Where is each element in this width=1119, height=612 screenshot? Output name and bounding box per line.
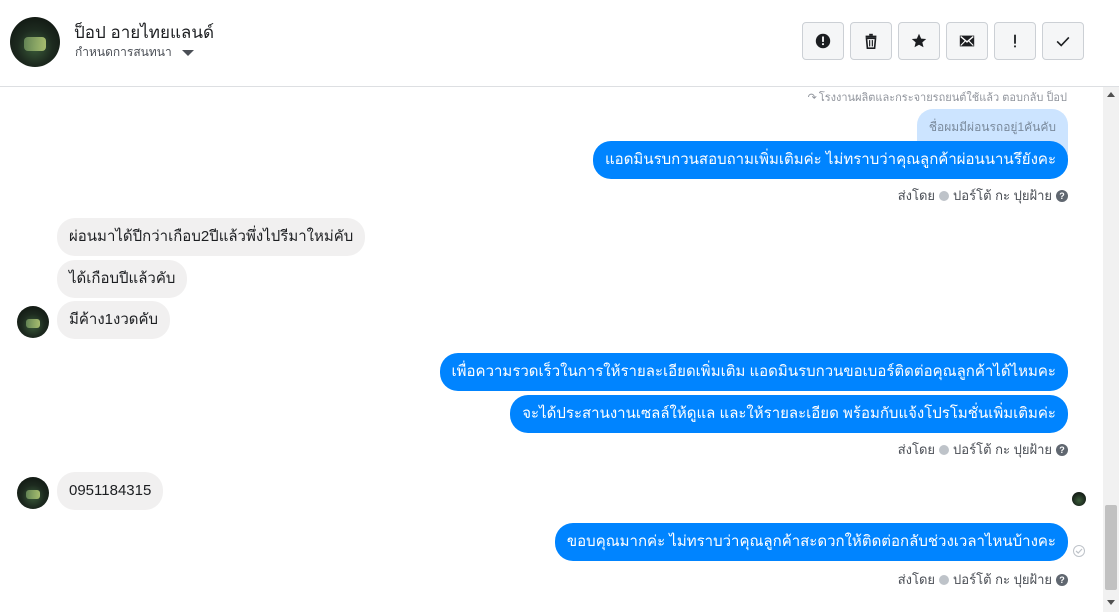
verified-dot-icon xyxy=(939,574,950,585)
sender-name: ปอร์โต้ กะ ปุยฝ้าย xyxy=(953,442,1052,457)
contact-avatar-small[interactable] xyxy=(17,477,49,509)
outgoing-message[interactable]: แอดมินรบกวนสอบถามเพิ่มเติมค่ะ ไม่ทราบว่า… xyxy=(593,141,1068,179)
sent-by-info: ส่งโดย ปอร์โต้ กะ ปุยฝ้าย ? xyxy=(898,185,1068,206)
done-button[interactable] xyxy=(1042,22,1084,60)
sender-name: ปอร์โต้ กะ ปุยฝ้าย xyxy=(953,188,1052,203)
conversation-header: ป็อป อายไทยแลนด์ กำหนดการสนทนา xyxy=(0,0,1119,87)
help-icon[interactable]: ? xyxy=(1056,573,1068,586)
mail-button[interactable] xyxy=(946,22,988,60)
outgoing-message[interactable]: จะได้ประสานงานเซลล์ให้ดูแล และให้รายละเอ… xyxy=(510,395,1068,433)
sent-by-label: ส่งโดย xyxy=(897,572,936,587)
read-receipt-avatar xyxy=(1072,492,1086,506)
action-toolbar xyxy=(802,22,1084,60)
conversation-settings-label: กำหนดการสนทนา xyxy=(75,45,172,59)
incoming-message[interactable]: ผ่อนมาได้ปีกว่าเกือบ2ปีแล้วพึ่งไปรีมาใหม… xyxy=(57,218,366,256)
conversation-settings-dropdown[interactable]: กำหนดการสนทนา xyxy=(75,43,194,62)
verified-dot-icon xyxy=(939,444,950,455)
incoming-message[interactable]: มีค้าง1งวดคับ xyxy=(57,301,171,339)
check-icon xyxy=(1056,36,1070,47)
sent-by-info: ส่งโดย ปอร์โต้ กะ ปุยฝ้าย ? xyxy=(898,439,1068,460)
sent-by-label: ส่งโดย xyxy=(897,188,936,203)
scroll-down-arrow-icon[interactable] xyxy=(1107,600,1115,605)
sent-check-icon xyxy=(1073,545,1085,557)
help-icon[interactable]: ? xyxy=(1056,189,1068,202)
delete-button[interactable] xyxy=(850,22,892,60)
caret-down-icon xyxy=(181,49,194,56)
outgoing-message[interactable]: ขอบคุณมากค่ะ ไม่ทราบว่าคุณลูกค้าสะดวกให้… xyxy=(554,523,1068,561)
reply-context: ↷ โรงงานผลิตและกระจายรถยนต์ใช้แล้ว ตอบกล… xyxy=(808,88,1067,106)
envelope-icon xyxy=(959,35,975,47)
verified-dot-icon xyxy=(939,190,950,201)
star-button[interactable] xyxy=(898,22,940,60)
incoming-message[interactable]: ได้เกือบปีแล้วคับ xyxy=(57,260,188,298)
trash-icon xyxy=(865,33,877,50)
help-icon[interactable]: ? xyxy=(1056,443,1068,456)
scrollbar-thumb[interactable] xyxy=(1105,505,1117,590)
incoming-message[interactable]: 0951184315 xyxy=(57,472,164,510)
contact-name[interactable]: ป็อป อายไทยแลนด์ xyxy=(74,19,214,46)
contact-avatar-small[interactable] xyxy=(17,306,49,338)
star-icon xyxy=(911,33,927,48)
report-button[interactable] xyxy=(802,22,844,60)
scroll-up-arrow-icon[interactable] xyxy=(1107,92,1115,97)
reply-arrow-icon: ↷ xyxy=(807,91,817,104)
exclamation-icon xyxy=(1014,34,1016,48)
sent-by-info: ส่งโดย ปอร์โต้ กะ ปุยฝ้าย ? xyxy=(898,569,1068,590)
important-button[interactable] xyxy=(994,22,1036,60)
outgoing-message[interactable]: เพื่อความรวดเร็วในการให้รายละเอียดเพิ่มเ… xyxy=(439,353,1068,391)
alert-circle-icon xyxy=(815,33,831,49)
contact-avatar[interactable] xyxy=(10,17,60,67)
reply-context-text: โรงงานผลิตและกระจายรถยนต์ใช้แล้ว ตอบกลับ… xyxy=(818,92,1067,104)
sender-name: ปอร์โต้ กะ ปุยฝ้าย xyxy=(953,572,1052,587)
sent-by-label: ส่งโดย xyxy=(897,442,936,457)
